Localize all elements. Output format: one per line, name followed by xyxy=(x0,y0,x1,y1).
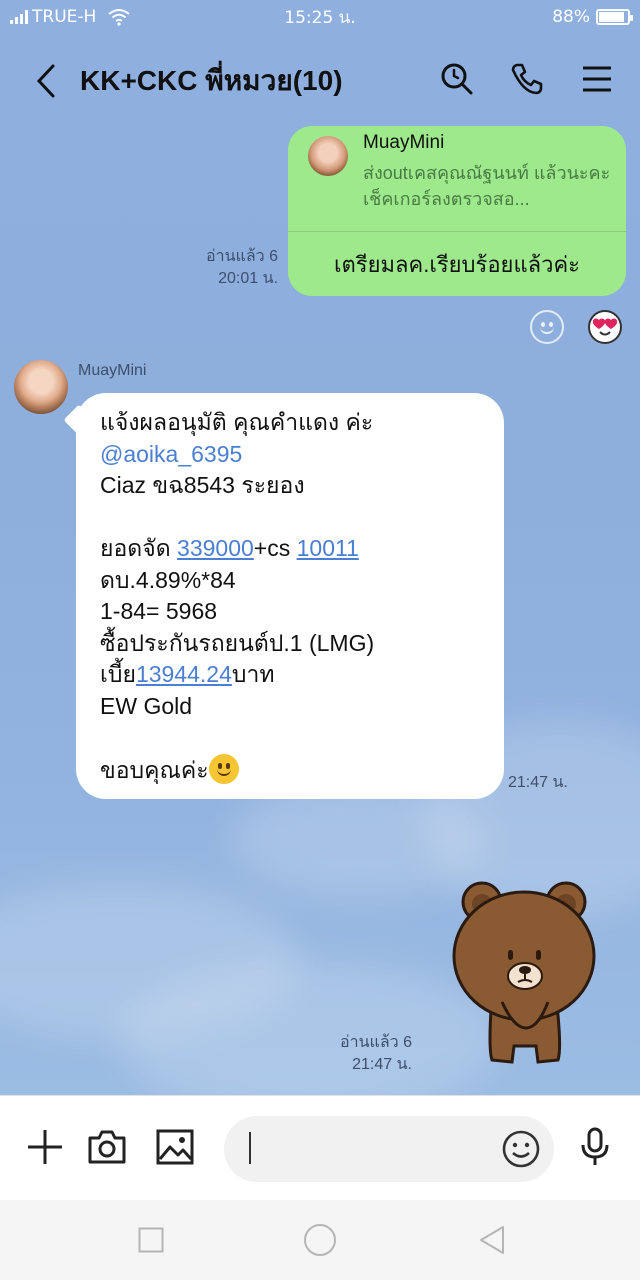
carrier-label: TRUE-H xyxy=(32,7,97,27)
outgoing-message-bubble[interactable]: MuayMini ส่งoutเคสคุณณัฐนนท์ แล้วนะคะ เช… xyxy=(288,126,626,296)
battery-icon xyxy=(596,9,633,25)
camera-button[interactable] xyxy=(82,1122,132,1172)
microphone-icon xyxy=(581,1127,609,1165)
message-line: ดบ.4.89%*84 xyxy=(100,566,236,593)
back-nav-button[interactable] xyxy=(472,1220,512,1260)
outgoing-read-meta: อ่านแล้ว 6 20:01 น. xyxy=(180,246,278,290)
brown-bear-icon xyxy=(452,881,596,1064)
sticker-read-meta: อ่านแล้ว 6 21:47 น. xyxy=(316,1032,412,1076)
status-bar: TRUE-H 15:25 น. 88% xyxy=(0,0,640,34)
chat-header: KK+CKC พี่หมวย(10) xyxy=(0,34,640,128)
message-line: 1-84= 5968 xyxy=(100,598,218,624)
reply-sender-name: MuayMini xyxy=(363,132,445,153)
mention-link[interactable]: @aoika_6395 xyxy=(100,439,484,471)
text-segment: +cs xyxy=(253,535,297,561)
triangle-back-icon xyxy=(480,1226,504,1254)
emoji-icon xyxy=(502,1130,540,1168)
phone-icon xyxy=(511,63,543,95)
add-button[interactable] xyxy=(20,1122,70,1172)
emoji-button[interactable] xyxy=(500,1128,542,1170)
text-segment: บาท xyxy=(231,661,275,687)
message-time: 21:47 น. xyxy=(352,1056,412,1073)
number-link[interactable]: 10011 xyxy=(297,535,359,561)
message-line: ซื้อประกันรถยนต์ป.1 (LMG) xyxy=(100,629,375,656)
system-navigation-bar xyxy=(0,1200,640,1280)
heart-eyes-emoji-icon xyxy=(592,318,618,336)
menu-button[interactable] xyxy=(572,54,622,104)
text-segment: ขอบคุณค่ะ xyxy=(100,756,209,783)
message-line: เบี้ย13944.24บาท xyxy=(100,659,484,691)
incoming-time: 21:47 น. xyxy=(508,774,568,791)
outgoing-message-text: เตรียมลค.เรียบร้อยแล้วค่ะ xyxy=(334,251,580,277)
brown-bear-sticker[interactable] xyxy=(448,878,600,1070)
chat-title: KK+CKC พี่หมวย(10) xyxy=(80,65,343,96)
message-time: 20:01 น. xyxy=(218,270,278,287)
reply-avatar xyxy=(308,136,348,176)
sender-avatar[interactable] xyxy=(14,360,68,414)
message-line: แจ้งผลอนุมัติ คุณคำแดง ค่ะ xyxy=(100,409,374,435)
read-receipt: อ่านแล้ว 6 xyxy=(206,248,278,265)
message-line: ยอดจัด 339000+cs 10011 xyxy=(100,533,484,565)
number-link[interactable]: 13944.24 xyxy=(136,661,232,687)
gallery-button[interactable] xyxy=(150,1122,200,1172)
home-button[interactable] xyxy=(300,1220,340,1260)
recents-button[interactable] xyxy=(131,1220,171,1260)
camera-icon xyxy=(88,1130,126,1164)
voice-button[interactable] xyxy=(570,1122,620,1172)
text-segment: เบี้ย xyxy=(100,661,136,687)
quoted-reply[interactable]: MuayMini ส่งoutเคสคุณณัฐนนท์ แล้วนะคะ เช… xyxy=(288,126,626,232)
plus-icon xyxy=(28,1130,62,1164)
heart-eyes-reaction[interactable] xyxy=(588,310,622,344)
search-button[interactable] xyxy=(432,54,482,104)
number-link[interactable]: 339000 xyxy=(177,535,254,561)
signal-icon xyxy=(10,10,28,24)
message-line: ขอบคุณค่ะ xyxy=(100,753,484,787)
call-button[interactable] xyxy=(502,54,552,104)
smile-emoji-icon xyxy=(208,753,239,784)
search-icon xyxy=(441,63,473,95)
text-segment: ยอดจัด xyxy=(100,535,178,561)
wifi-icon xyxy=(108,9,130,26)
battery-percent: 88% xyxy=(552,7,590,27)
message-line: EW Gold xyxy=(100,692,193,719)
text-caret xyxy=(249,1132,251,1164)
back-icon xyxy=(36,64,55,98)
image-icon xyxy=(156,1129,194,1165)
circle-icon xyxy=(304,1224,336,1256)
back-button[interactable] xyxy=(18,51,74,111)
message-input-bar xyxy=(0,1095,640,1200)
square-icon xyxy=(138,1227,164,1253)
message-line: Ciaz ขฉ8543 ระยอง xyxy=(100,472,305,498)
menu-icon xyxy=(583,66,611,92)
sender-name: MuayMini xyxy=(78,362,147,379)
reply-preview-text: ส่งoutเคสคุณณัฐนนท์ แล้วนะคะ เช็คเกอร์ลง… xyxy=(363,163,611,209)
read-receipt: อ่านแล้ว 6 xyxy=(340,1034,412,1051)
incoming-message-bubble[interactable]: แจ้งผลอนุมัติ คุณคำแดง ค่ะ @aoika_6395 C… xyxy=(76,393,504,799)
add-reaction-button[interactable] xyxy=(530,310,564,344)
